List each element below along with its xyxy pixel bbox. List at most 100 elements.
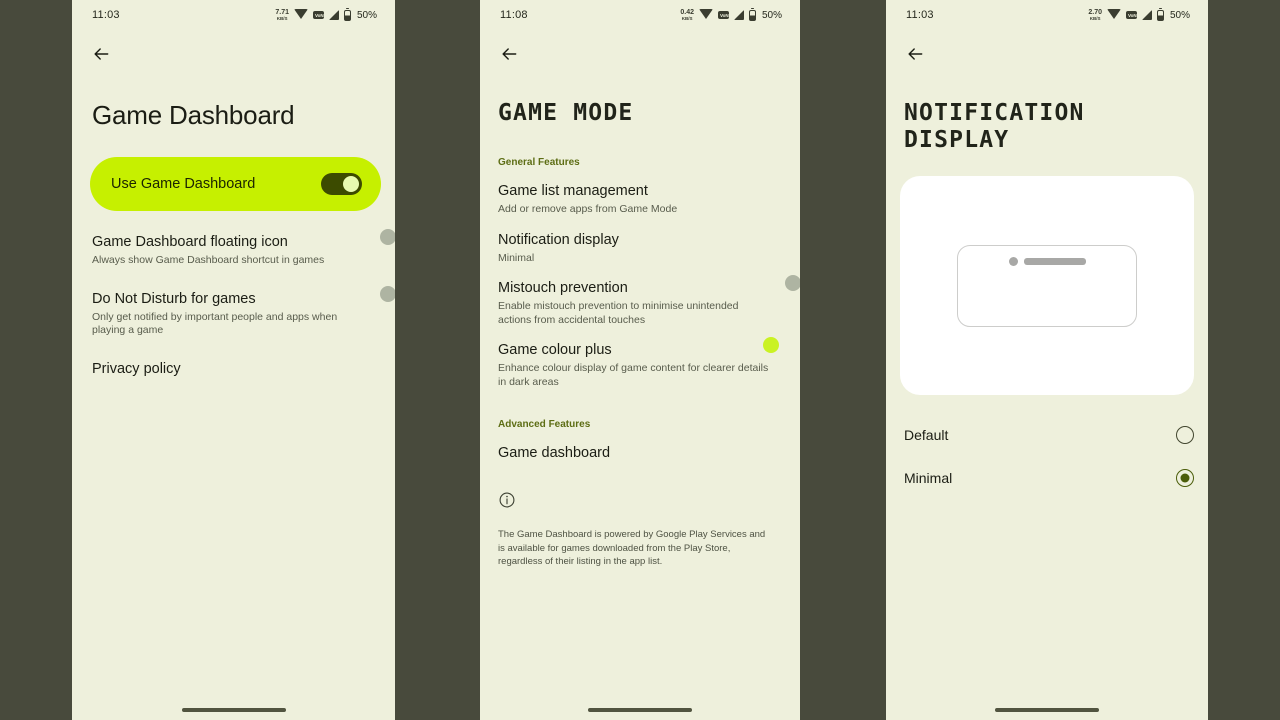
network-speed-unit: KB/S xyxy=(681,15,693,21)
list-item-texts: Privacy policy xyxy=(92,360,377,379)
option-minimal[interactable]: Minimal xyxy=(904,456,1194,499)
status-icons: 2.70 KB/S VoNR 50% xyxy=(1088,7,1190,22)
gesture-navigation-bar[interactable] xyxy=(995,708,1099,712)
network-speed-indicator: 2.70 KB/S xyxy=(1088,9,1102,22)
list-item-texts: Game dashboard xyxy=(498,444,782,463)
option-label: Minimal xyxy=(904,469,953,486)
list-item-notification-display[interactable]: Notification display Minimal xyxy=(498,217,782,266)
back-button[interactable] xyxy=(898,37,932,71)
list-item-do-not-disturb[interactable]: Do Not Disturb for games Only get notifi… xyxy=(92,268,395,338)
status-time: 11:03 xyxy=(92,9,120,21)
list-item-texts: Game colour plus Enhance colour display … xyxy=(498,341,782,389)
list-item-title: Game dashboard xyxy=(498,445,611,461)
toolbar xyxy=(886,30,1208,78)
option-default[interactable]: Default xyxy=(904,413,1194,456)
notification-display-options: Default Minimal xyxy=(886,395,1208,499)
battery-percent-label: 50% xyxy=(356,9,377,21)
list-item-texts: Do Not Disturb for games Only get notifi… xyxy=(92,290,377,338)
back-button[interactable] xyxy=(492,37,526,71)
phone-screen-game-dashboard: 11:03 7.71 KB/S VoNR 50% Game Dashboard xyxy=(72,0,395,720)
vonr-icon: VoNR xyxy=(717,11,732,19)
toggle-knob xyxy=(380,229,395,245)
status-bar: 11:03 7.71 KB/S VoNR 50% xyxy=(72,0,395,30)
status-time: 11:03 xyxy=(906,9,934,21)
list-item-texts: Notification display Minimal xyxy=(498,231,782,266)
list-item-title: Mistouch prevention xyxy=(498,280,628,296)
network-speed-unit: KB/S xyxy=(1089,15,1101,21)
list-item-title: Privacy policy xyxy=(92,360,181,377)
list-item-subtitle: Only get notified by important people an… xyxy=(92,310,338,337)
toggle-knob xyxy=(380,285,395,302)
wifi-icon xyxy=(1106,9,1121,19)
page-title: GAME MODE xyxy=(480,78,800,127)
list-item-subtitle: Add or remove apps from Game Mode xyxy=(498,203,678,215)
back-arrow-icon xyxy=(94,48,109,60)
option-label: Default xyxy=(904,426,949,443)
use-game-dashboard-toggle[interactable] xyxy=(321,173,362,195)
info-icon xyxy=(499,492,515,508)
network-speed-value: 2.70 xyxy=(1088,8,1102,16)
info-icon-row xyxy=(480,463,800,514)
list-item-game-colour-plus[interactable]: Game colour plus Enhance colour display … xyxy=(498,327,782,389)
screenshot-stage: 11:03 7.71 KB/S VoNR 50% Game Dashboard xyxy=(0,0,1280,720)
phone-screen-notification-display: 11:03 2.70 KB/S VoNR 50% NOTIFICATION DI… xyxy=(886,0,1208,720)
list-item-privacy-policy[interactable]: Privacy policy xyxy=(92,338,377,379)
toolbar xyxy=(480,30,800,78)
list-item-subtitle: Always show Game Dashboard shortcut in g… xyxy=(92,254,325,266)
network-speed-indicator: 7.71 KB/S xyxy=(275,9,289,22)
notification-preview-card xyxy=(900,176,1194,395)
list-item-title: Notification display xyxy=(498,231,619,248)
section-label-advanced-features: Advanced Features xyxy=(498,419,591,430)
page-title: Game Dashboard xyxy=(92,100,295,130)
page-title-line-2: DISPLAY xyxy=(904,127,1010,153)
use-game-dashboard-label: Use Game Dashboard xyxy=(111,176,256,192)
gesture-navigation-bar[interactable] xyxy=(181,708,286,712)
battery-icon xyxy=(1156,7,1164,21)
network-speed-value: 0.42 xyxy=(680,8,694,16)
preview-text-bar xyxy=(1023,257,1086,265)
section-label-general-features: General Features xyxy=(498,157,580,168)
page-title-text: GAME MODE xyxy=(498,100,634,126)
vonr-icon: VoNR xyxy=(1125,11,1140,19)
page-title: NOTIFICATION DISPLAY xyxy=(886,78,1208,154)
signal-icon xyxy=(733,10,744,20)
status-time: 11:08 xyxy=(500,9,528,21)
network-speed-indicator: 0.42 KB/S xyxy=(680,9,694,22)
network-speed-value: 7.71 xyxy=(275,8,289,16)
signal-icon xyxy=(1141,10,1152,20)
info-footer-text: The Game Dashboard is powered by Google … xyxy=(498,529,766,567)
list-item-subtitle: Minimal xyxy=(498,251,535,264)
list-item-game-dashboard[interactable]: Game dashboard xyxy=(498,430,782,463)
settings-list: Game Dashboard floating icon Always show… xyxy=(72,211,395,379)
toolbar xyxy=(72,30,395,78)
toggle-knob xyxy=(763,337,779,353)
list-item-title: Game colour plus xyxy=(498,342,612,358)
list-item-floating-icon[interactable]: Game Dashboard floating icon Always show… xyxy=(92,211,395,268)
toggle-knob xyxy=(785,275,800,291)
notification-preview-shape xyxy=(957,244,1137,327)
radio-minimal[interactable] xyxy=(1176,468,1194,487)
list-item-title: Game Dashboard floating icon xyxy=(92,234,288,250)
battery-percent-label: 50% xyxy=(761,9,782,21)
use-game-dashboard-banner[interactable]: Use Game Dashboard xyxy=(90,157,381,211)
gesture-navigation-bar[interactable] xyxy=(588,708,692,712)
page-title-line-1: NOTIFICATION xyxy=(904,100,1085,126)
list-item-game-list-management[interactable]: Game list management Add or remove apps … xyxy=(498,168,782,217)
list-item-title: Game list management xyxy=(498,183,648,199)
wifi-icon xyxy=(293,9,308,19)
battery-percent-label: 50% xyxy=(1169,9,1190,21)
toggle-knob xyxy=(343,176,359,192)
wifi-icon xyxy=(698,9,713,19)
phone-screen-game-mode: 11:08 0.42 KB/S VoNR 50% GAME MODE Gener… xyxy=(480,0,800,720)
status-icons: 7.71 KB/S VoNR 50% xyxy=(275,7,377,22)
status-bar: 11:08 0.42 KB/S VoNR 50% xyxy=(480,0,800,30)
back-button[interactable] xyxy=(84,37,118,71)
advanced-features-list: Game dashboard xyxy=(480,430,800,463)
radio-default[interactable] xyxy=(1176,425,1194,444)
status-icons: 0.42 KB/S VoNR 50% xyxy=(680,7,782,22)
list-item-mistouch-prevention[interactable]: Mistouch prevention Enable mistouch prev… xyxy=(498,265,800,327)
list-item-subtitle: Enable mistouch prevention to minimise u… xyxy=(498,300,739,326)
preview-app-dot-icon xyxy=(1008,256,1018,266)
vonr-icon: VoNR xyxy=(312,11,327,19)
list-item-texts: Game list management Add or remove apps … xyxy=(498,182,782,217)
